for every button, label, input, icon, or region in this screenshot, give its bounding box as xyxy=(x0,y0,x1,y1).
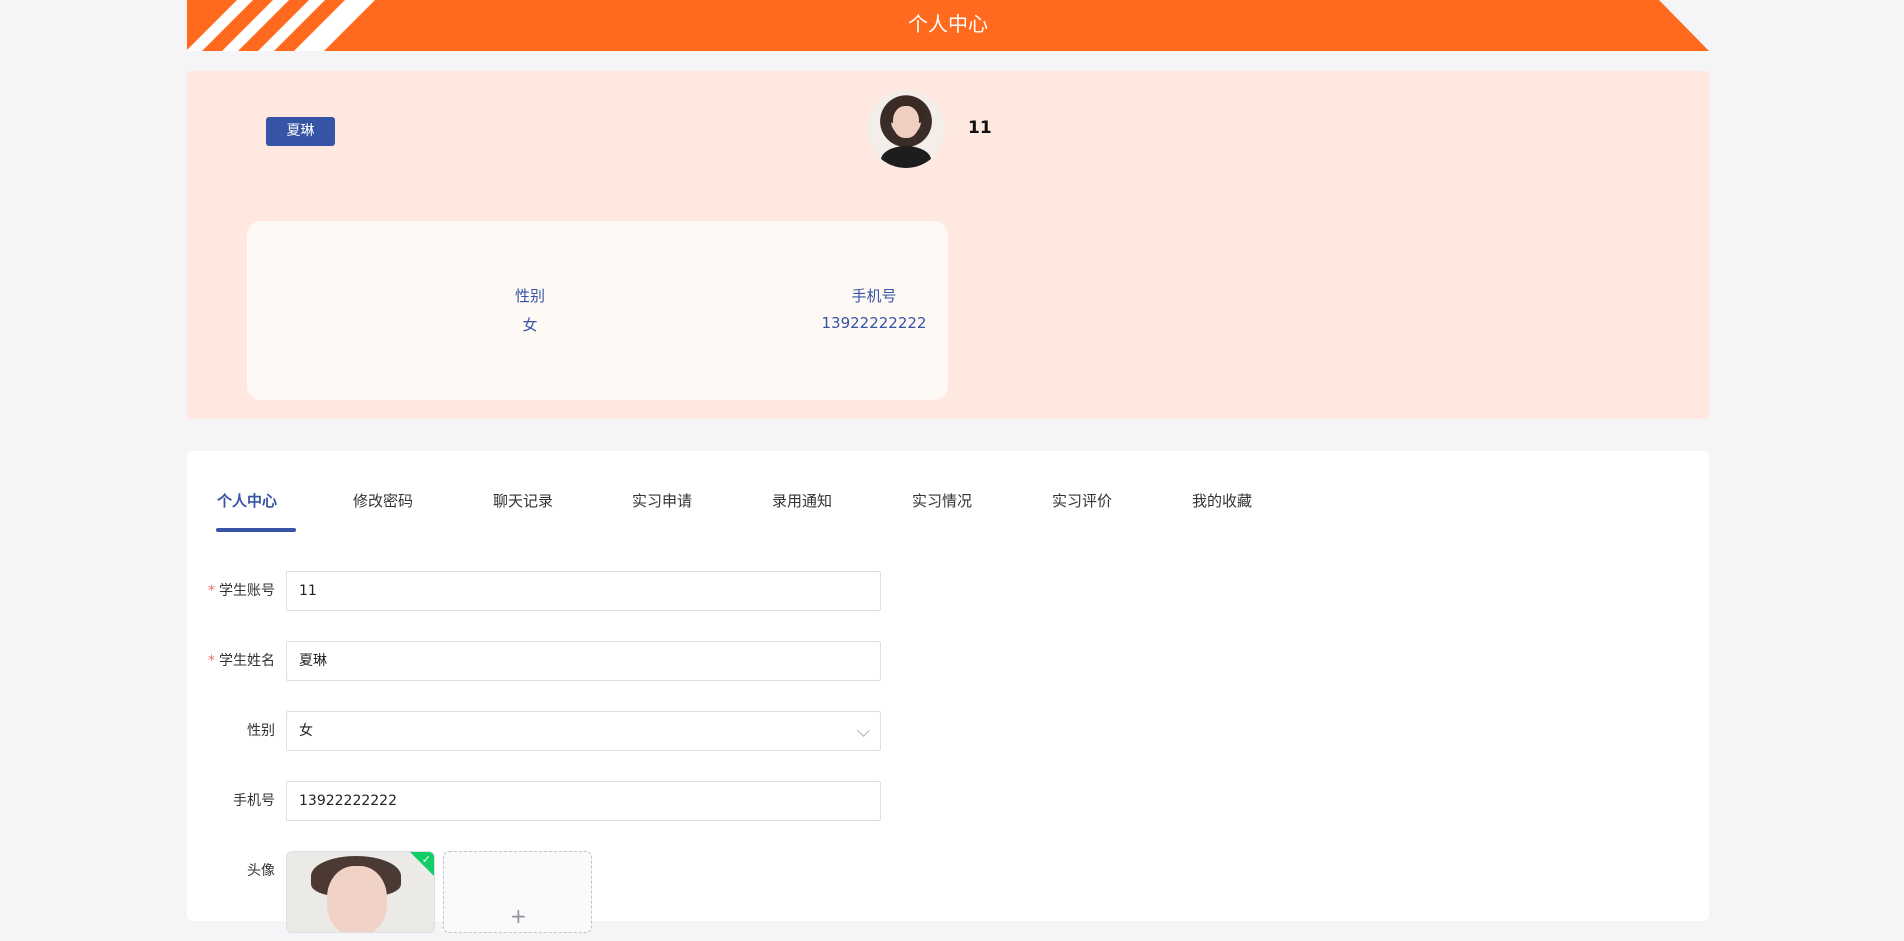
phone-value: 13922222222 xyxy=(821,314,927,332)
active-tab-indicator xyxy=(216,528,296,532)
avatar-field-label: 头像 xyxy=(247,863,275,879)
name-field-label: * 学生姓名 xyxy=(208,653,275,669)
check-icon: ✓ xyxy=(421,853,431,866)
phone-info: 手机号 13922222222 xyxy=(774,285,974,332)
tab-change-password[interactable]: 修改密码 xyxy=(353,491,413,521)
header-banner: 个人中心 xyxy=(187,0,1709,51)
gender-label: 性别 xyxy=(514,287,545,305)
tab-internship-review[interactable]: 实习评价 xyxy=(1052,491,1112,521)
gender-select-value: 女 xyxy=(299,723,313,739)
avatar-face xyxy=(327,866,387,932)
gender-field-label: 性别 xyxy=(247,723,275,739)
uploaded-avatar-image[interactable]: ✓ xyxy=(286,851,435,933)
tab-profile[interactable]: 个人中心 xyxy=(217,491,277,521)
avatar-face xyxy=(893,106,919,138)
profile-section: 夏琳 11 性别 女 手机号 13922222222 xyxy=(187,71,1709,419)
page-container: 个人中心 夏琳 11 性别 女 手机号 13922222222 个人中心 修改密… xyxy=(187,0,1709,933)
tab-chat-records[interactable]: 聊天记录 xyxy=(493,491,553,521)
form-row-account: * 学生账号 11 xyxy=(187,571,1087,611)
tab-internship-application[interactable]: 实习申请 xyxy=(632,491,692,521)
gender-info: 性别 女 xyxy=(430,285,630,335)
account-field-label: * 学生账号 xyxy=(208,583,275,599)
gender-value: 女 xyxy=(522,316,538,334)
gender-select[interactable]: 女 xyxy=(286,711,881,751)
info-card: 性别 女 手机号 13922222222 xyxy=(247,221,948,400)
tab-internship-status[interactable]: 实习情况 xyxy=(912,491,972,521)
account-input[interactable]: 11 xyxy=(286,571,881,611)
tab-my-favorites[interactable]: 我的收藏 xyxy=(1192,491,1252,521)
form-row-phone: 手机号 13922222222 xyxy=(187,781,1087,821)
required-mark: * xyxy=(208,653,215,669)
phone-field-label: 手机号 xyxy=(233,793,275,809)
form-row-avatar: 头像 ✓ + xyxy=(187,851,1087,941)
form-row-name: * 学生姓名 夏琳 xyxy=(187,641,1087,681)
main-card: 个人中心 修改密码 聊天记录 实习申请 录用通知 实习情况 实习评价 我的收藏 … xyxy=(187,451,1709,933)
plus-icon: + xyxy=(510,904,527,928)
phone-input[interactable]: 13922222222 xyxy=(286,781,881,821)
chevron-down-icon xyxy=(857,724,870,737)
page-title: 个人中心 xyxy=(908,12,988,36)
account-id: 11 xyxy=(968,118,992,138)
name-badge: 夏琳 xyxy=(266,117,335,146)
avatar-shirt xyxy=(881,146,931,168)
avatar xyxy=(867,90,945,168)
tab-offer-notice[interactable]: 录用通知 xyxy=(772,491,832,521)
upload-new-avatar-button[interactable]: + xyxy=(443,851,592,933)
form-row-gender: 性别 女 xyxy=(187,711,1087,751)
phone-label: 手机号 xyxy=(851,287,897,305)
required-mark: * xyxy=(208,583,215,599)
name-input[interactable]: 夏琳 xyxy=(286,641,881,681)
